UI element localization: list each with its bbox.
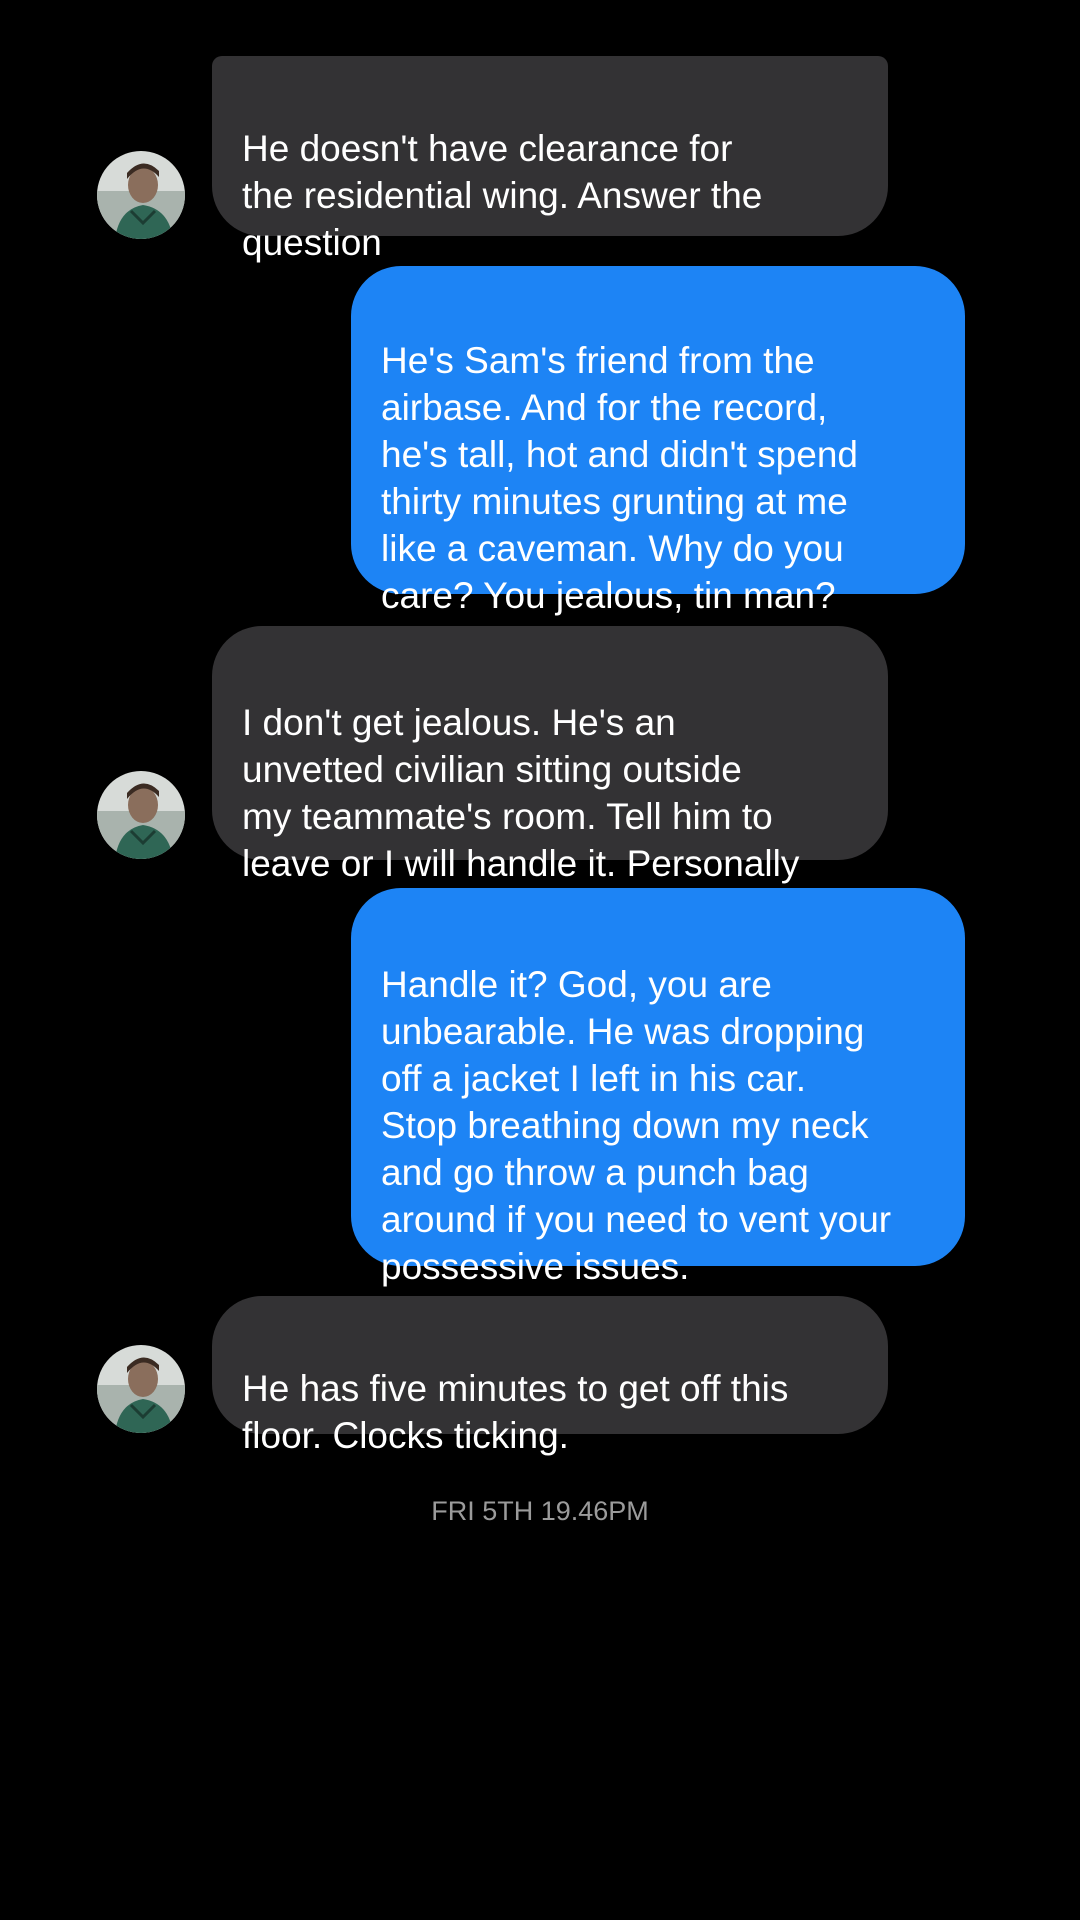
message-timestamp: FRI 5TH 19.46PM [431, 1496, 649, 1526]
incoming-message-bubble[interactable]: He doesn't have clearance for the reside… [212, 56, 888, 263]
message-text: I don't get jealous. He's an unvetted ci… [242, 702, 800, 884]
contact-avatar-icon[interactable] [97, 1345, 185, 1433]
message-text: He doesn't have clearance for the reside… [242, 128, 763, 263]
chat-thread: He doesn't have clearance for the reside… [0, 0, 1080, 1920]
contact-avatar-icon[interactable] [97, 771, 185, 859]
message-text: He has five minutes to get off this floo… [242, 1368, 789, 1456]
outgoing-message-bubble[interactable]: Handle it? God, you are unbearable. He w… [351, 888, 965, 1287]
message-text: He's Sam's friend from the airbase. And … [381, 340, 858, 616]
outgoing-message-bubble[interactable]: He's Sam's friend from the airbase. And … [351, 266, 965, 616]
incoming-message-bubble[interactable]: He has five minutes to get off this floo… [212, 1296, 888, 1456]
message-text: Handle it? God, you are unbearable. He w… [381, 964, 892, 1287]
contact-avatar-icon[interactable] [97, 151, 185, 239]
incoming-message-bubble[interactable]: I don't get jealous. He's an unvetted ci… [212, 626, 888, 884]
